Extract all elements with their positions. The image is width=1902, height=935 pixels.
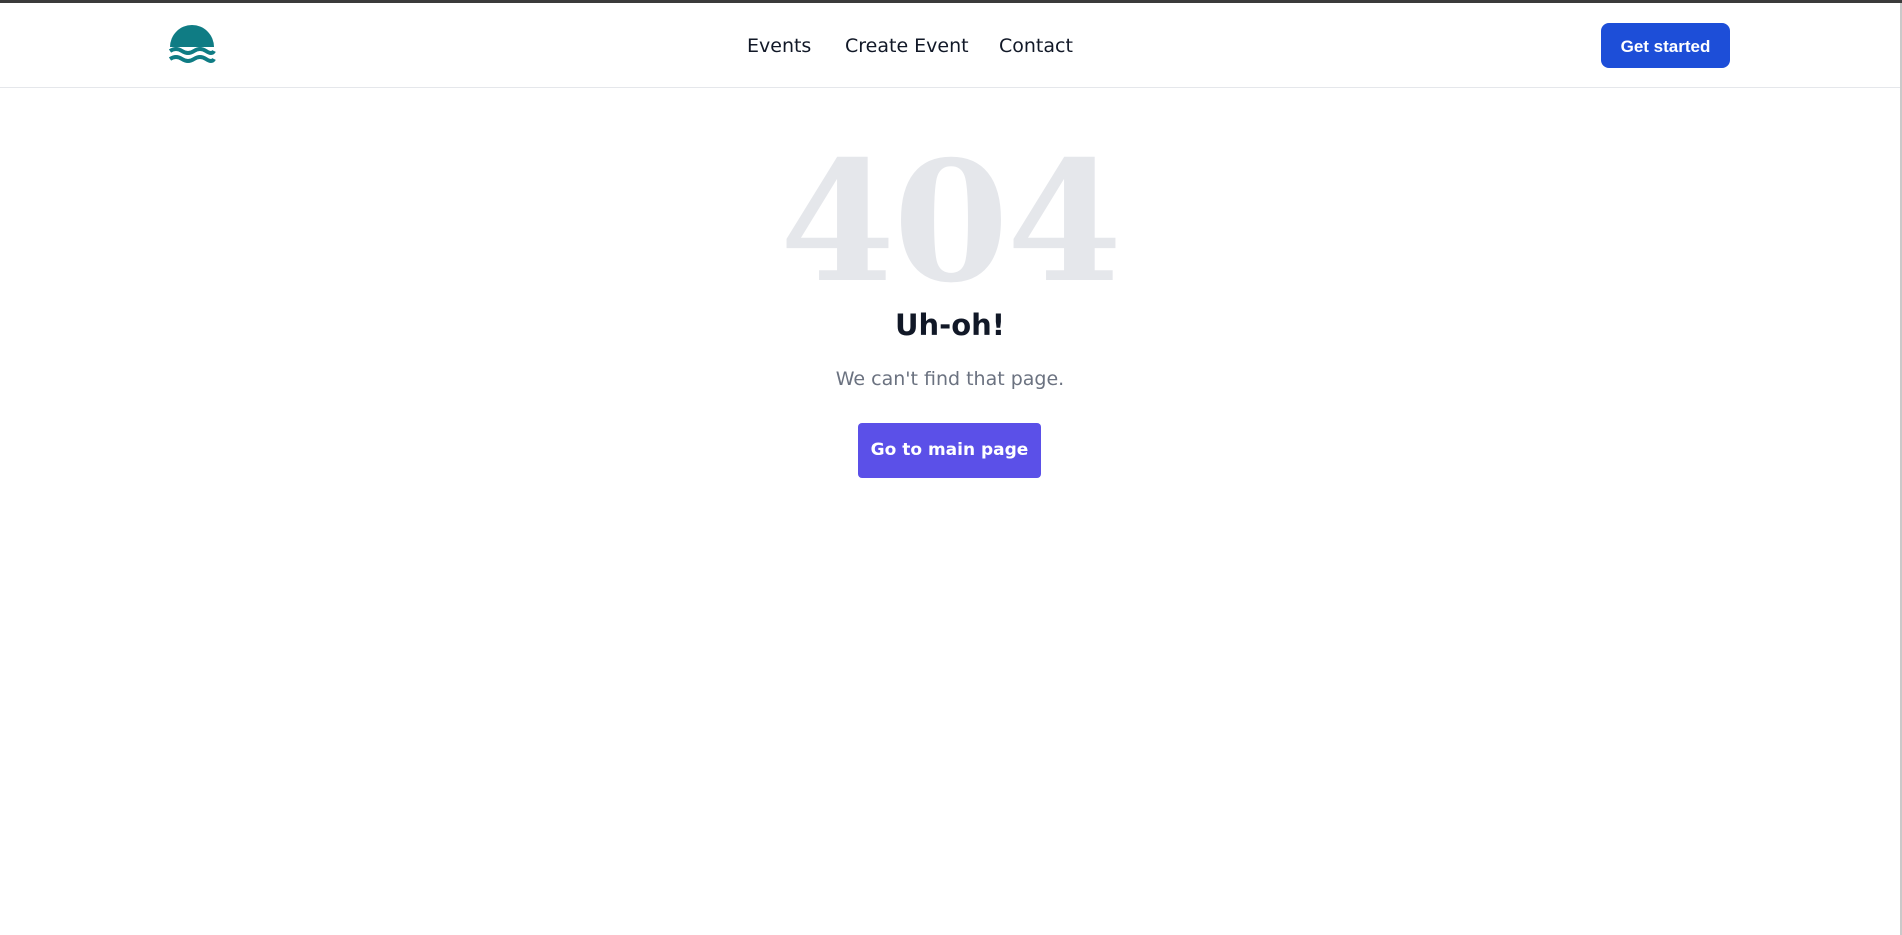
go-to-main-page-button[interactable]: Go to main page	[858, 423, 1041, 478]
get-started-button[interactable]: Get started	[1601, 23, 1730, 68]
nav-link-contact[interactable]: Contact	[999, 34, 1073, 58]
nav-link-create-event[interactable]: Create Event	[845, 34, 969, 58]
page-title: Uh-oh!	[894, 308, 1006, 342]
navbar: Events Create Event Contact Get started	[0, 3, 1900, 88]
error-code: 404	[779, 125, 1123, 320]
nav-link-events[interactable]: Events	[747, 34, 811, 58]
page: Events Create Event Contact Get started …	[0, 0, 1902, 935]
error-message: We can't find that page.	[835, 368, 1065, 390]
